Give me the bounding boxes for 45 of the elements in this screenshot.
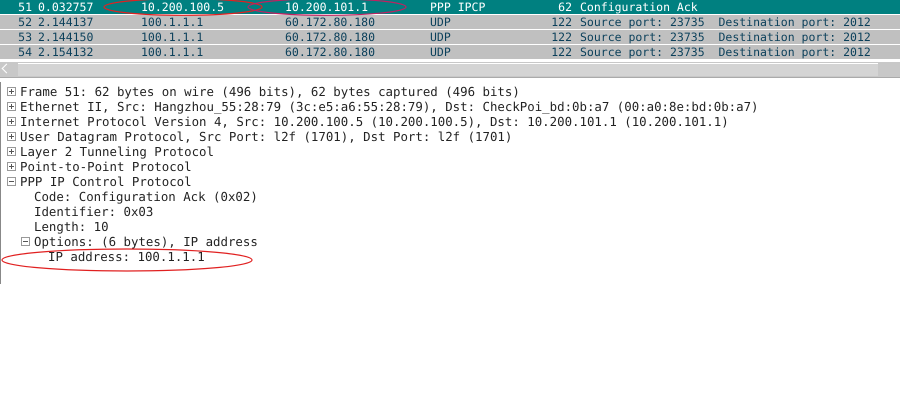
packet-time: 2.144137 <box>37 15 94 29</box>
packet-destination: 60.172.80.180 <box>285 45 376 59</box>
packet-length: 122 <box>550 30 572 44</box>
packet-row[interactable]: 51 0.032757 10.200.100.5 10.200.101.1 PPP IPCP 62 Configuration Ack <box>0 0 900 15</box>
tree-item[interactable]: User Datagram Protocol, Src Port: l2f (1701), Dst Port: l2f (1701) <box>20 129 512 144</box>
packet-protocol: UDP <box>430 30 452 44</box>
packet-source: 100.1.1.1 <box>141 30 204 44</box>
packet-row[interactable]: 53 2.144150 100.1.1.1 60.172.80.180 UDP 122 Source port: 23735 Destination port: 2012 <box>0 30 900 45</box>
tree-item[interactable]: Code: Configuration Ack (0x02) <box>34 189 258 204</box>
packet-source: 100.1.1.1 <box>141 45 204 59</box>
tree-item[interactable]: Point-to-Point Protocol <box>20 159 192 174</box>
tree-item[interactable]: Length: 10 <box>34 219 109 234</box>
packet-source: 100.1.1.1 <box>141 15 204 29</box>
packet-length: 122 <box>550 15 572 29</box>
tree-item[interactable]: Frame 51: 62 bytes on wire (496 bits), 62 bytes captured (496 bits) <box>20 84 520 99</box>
packet-destination: 60.172.80.180 <box>285 30 376 44</box>
packet-info: Configuration Ack <box>579 0 698 14</box>
packet-info: Source port: 23735 Destination port: 2012 <box>579 30 871 44</box>
packet-time: 2.144150 <box>37 30 94 44</box>
packet-number: 54 <box>17 45 32 59</box>
packet-protocol: PPP IPCP <box>430 0 486 14</box>
packet-info: Source port: 23735 Destination port: 2012 <box>579 15 871 29</box>
scrollbar-thumb[interactable] <box>18 63 878 76</box>
packet-destination: 10.200.101.1 <box>285 0 368 14</box>
packet-protocol: UDP <box>430 15 452 29</box>
packet-time: 0.032757 <box>37 0 94 14</box>
packet-number: 51 <box>17 0 32 14</box>
tree-item[interactable]: Identifier: 0x03 <box>34 204 154 219</box>
packet-length: 62 <box>557 0 572 14</box>
packet-length: 122 <box>550 45 572 59</box>
packet-info: Source port: 23735 Destination port: 2012 <box>579 45 871 59</box>
tree-item[interactable]: Layer 2 Tunneling Protocol <box>20 144 214 159</box>
tree-item[interactable]: PPP IP Control Protocol <box>20 174 192 189</box>
tree-item[interactable]: Options: (6 bytes), IP address <box>34 234 258 249</box>
horizontal-scrollbar[interactable] <box>0 60 900 77</box>
packet-source: 10.200.100.5 <box>141 0 224 14</box>
packet-number: 53 <box>17 30 32 44</box>
tree-item[interactable]: Ethernet II, Src: Hangzhou_55:28:79 (3c:e5:a6:55:28:79), Dst: CheckPoi_bd:0b:a7 (00:a0:8e:bd:0b:a7) <box>20 99 759 114</box>
packet-number: 52 <box>17 15 32 29</box>
packet-row[interactable]: 52 2.144137 100.1.1.1 60.172.80.180 UDP 122 Source port: 23735 Destination port: 2012 <box>0 15 900 30</box>
packet-destination: 60.172.80.180 <box>285 15 376 29</box>
packet-time: 2.154132 <box>37 45 94 59</box>
packet-protocol: UDP <box>430 45 452 59</box>
packet-row[interactable]: 54 2.154132 100.1.1.1 60.172.80.180 UDP 122 Source port: 23735 Destination port: 2012 <box>0 45 900 60</box>
tree-item[interactable]: Internet Protocol Version 4, Src: 10.200.100.5 (10.200.100.5), Dst: 10.200.101.1 (10.200.101.1) <box>20 114 729 129</box>
